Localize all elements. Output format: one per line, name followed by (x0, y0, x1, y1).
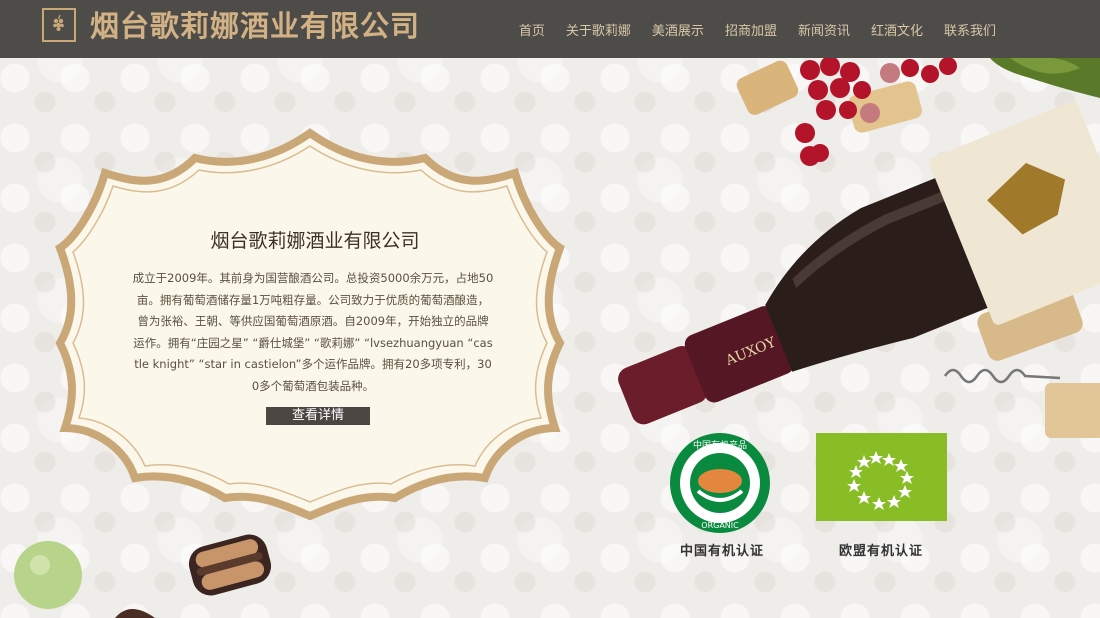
nav-franchise[interactable]: 招商加盟 (725, 20, 777, 39)
intro-description: 成立于2009年。其前身为国营酿酒公司。总投资5000余万元，占地50亩。拥有葡… (132, 271, 494, 393)
eu-organic-badge[interactable] (816, 433, 947, 521)
nav-products[interactable]: 美酒展示 (652, 20, 704, 39)
eu-organic-label: 欧盟有机认证 (838, 544, 923, 559)
china-organic-badge[interactable]: 中国有机产品 ORGANIC (668, 431, 772, 535)
macaron-decoration (14, 534, 272, 618)
nav-home[interactable]: 首页 (519, 20, 545, 39)
nav-contact[interactable]: 联系我们 (944, 20, 996, 39)
cn-badge-bottom-text: ORGANIC (701, 521, 739, 530)
nav-wine-culture[interactable]: 红酒文化 (871, 20, 923, 39)
wine-bottle-illustration: AUXOY (618, 58, 1100, 438)
site-header: 烟台歌莉娜酒业有限公司 首页 关于歌莉娜 美酒展示 招商加盟 新闻资讯 红酒文化… (0, 0, 1100, 58)
intro-title: 烟台歌莉娜酒业有限公司 (210, 230, 420, 252)
china-organic-label: 中国有机认证 (679, 544, 764, 559)
main-nav: 首页 关于歌莉娜 美酒展示 招商加盟 新闻资讯 红酒文化 联系我们 (519, 0, 996, 58)
site-brand[interactable]: 烟台歌莉娜酒业有限公司 (90, 8, 420, 44)
eu-leaf-stars-icon (847, 451, 914, 510)
nav-news[interactable]: 新闻资讯 (798, 20, 850, 39)
view-details-button[interactable]: 查看详情 (266, 407, 370, 425)
cn-badge-top-text: 中国有机产品 (693, 439, 747, 451)
grape-logo-icon[interactable] (42, 8, 76, 42)
nav-about[interactable]: 关于歌莉娜 (566, 20, 631, 39)
